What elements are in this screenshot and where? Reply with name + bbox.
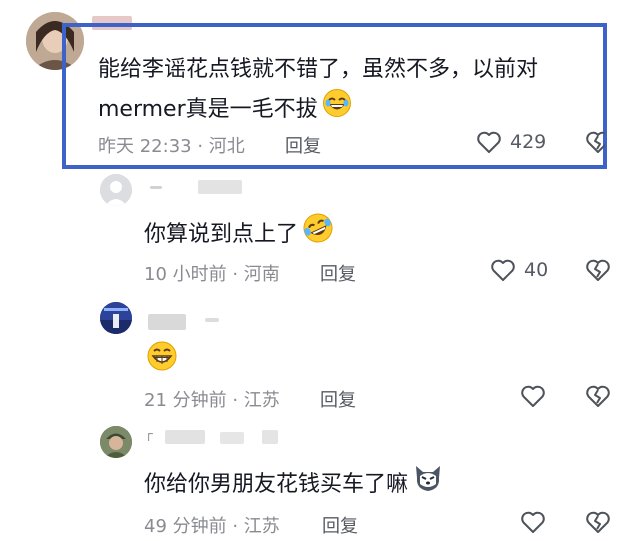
dislike-button[interactable]: [585, 258, 611, 286]
heart-icon: [477, 131, 501, 153]
rolling-laughing-emoji-icon: [302, 212, 334, 258]
username-blurred: [198, 180, 242, 194]
comment-text: 你算说到点上了: [144, 212, 334, 258]
reply-button[interactable]: 回复: [320, 260, 356, 286]
comment-text-body: 你算说到点上了: [144, 222, 299, 247]
laughing-emoji-icon: [322, 88, 352, 132]
like-button[interactable]: [520, 510, 546, 538]
dislike-button[interactable]: [585, 130, 605, 156]
broken-heart-icon: [586, 259, 610, 281]
reply-button[interactable]: 回复: [320, 386, 356, 412]
comment-text: 能给李谣花点钱就不错了，虽然不多，以前对: [98, 57, 539, 82]
default-user-icon: [100, 174, 132, 206]
broken-heart-icon: [586, 385, 610, 407]
username-blurred: [220, 432, 244, 444]
like-count: 40: [524, 259, 549, 281]
comment-emoji: [146, 340, 178, 376]
husky-emoji-icon: [412, 462, 444, 508]
like-button[interactable]: 40: [490, 258, 548, 282]
grinning-emoji-icon: [147, 341, 177, 371]
username-blurred: [262, 430, 278, 444]
heart-icon: [521, 511, 545, 533]
username-blurred: [150, 186, 162, 189]
heart-icon: [491, 259, 515, 281]
avatar[interactable]: [100, 302, 132, 334]
comment-text: 你给你男朋友花钱买车了嘛: [144, 462, 444, 508]
broken-heart-icon: [586, 131, 605, 153]
comment-text-line2: mermer真是一毛不拔: [98, 97, 318, 122]
avatar[interactable]: [100, 426, 132, 458]
username-blurred: [205, 318, 219, 322]
comment-meta: 21 分钟前 · 江苏: [144, 390, 280, 411]
dislike-button[interactable]: [585, 384, 611, 412]
avatar[interactable]: [100, 174, 132, 206]
comment-text: mermer真是一毛不拔: [98, 88, 352, 132]
like-button[interactable]: [520, 384, 546, 412]
username-blurred: [148, 314, 186, 330]
comment-meta: 昨天 22:33 · 河北: [98, 136, 245, 157]
username-blurred: [165, 430, 205, 444]
user-photo-icon: [100, 426, 132, 458]
comment-meta: 49 分钟前 · 江苏: [144, 516, 280, 537]
reply-button[interactable]: 回复: [322, 512, 358, 538]
comment-text-body: 你给你男朋友花钱买车了嘛: [144, 472, 409, 497]
dislike-button[interactable]: [585, 510, 611, 538]
like-count: 429: [510, 131, 547, 153]
reply-button[interactable]: 回复: [285, 132, 321, 158]
comment-meta: 10 小时前 · 河南: [144, 264, 280, 285]
heart-icon: [521, 385, 545, 407]
username-partial: ⸀: [146, 430, 155, 451]
like-button[interactable]: 429: [476, 130, 546, 154]
user-photo-icon: [100, 302, 132, 334]
broken-heart-icon: [586, 511, 610, 533]
